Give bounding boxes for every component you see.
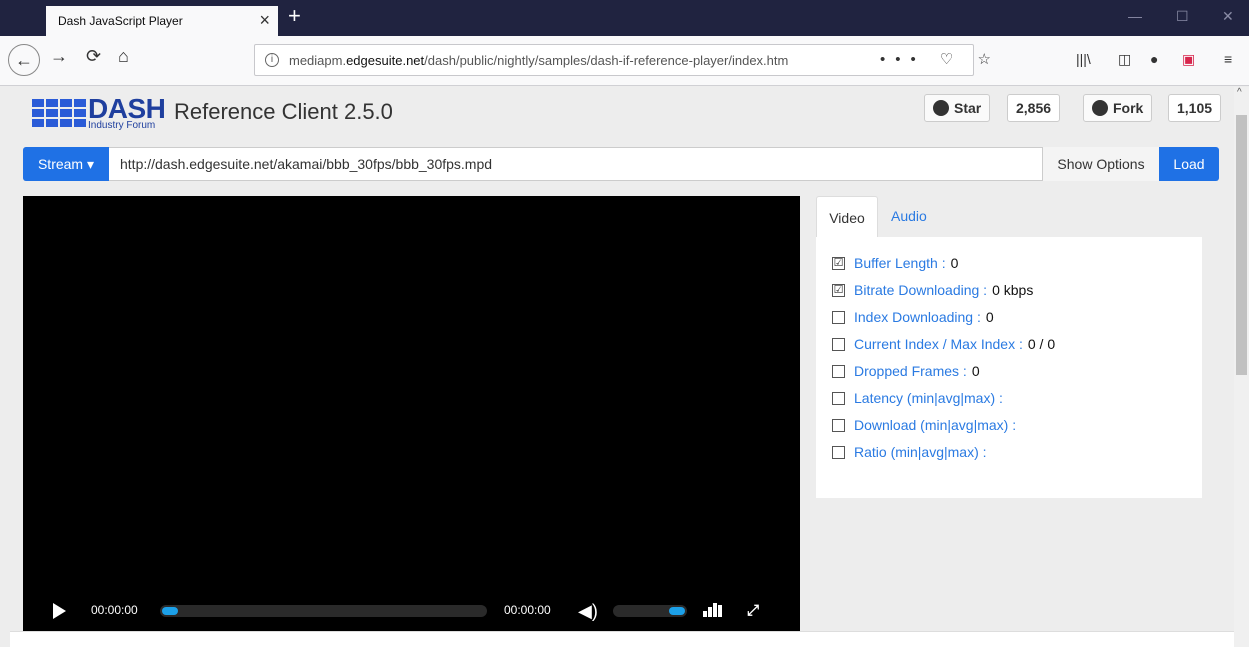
stat-value: 0 kbps — [992, 282, 1034, 298]
pocket-icon[interactable]: ▣ — [1182, 51, 1195, 68]
footer-strip — [10, 631, 1234, 647]
address-bar[interactable]: i mediapm. edgesuite.net/dash/public/nigh… — [254, 44, 974, 76]
window-close-icon[interactable]: ✕ — [1222, 8, 1234, 25]
stat-label: Latency (min|avg|max) : — [854, 390, 1003, 406]
new-tab-button[interactable]: + — [288, 3, 301, 29]
reload-icon[interactable]: ⟳ — [86, 46, 101, 67]
play-icon[interactable] — [53, 603, 66, 619]
checkbox[interactable] — [832, 337, 845, 351]
volume-icon[interactable]: ◀) — [578, 601, 598, 622]
sidebar-icon[interactable]: ◫ — [1118, 51, 1131, 68]
star-count[interactable]: 2,856 — [1007, 94, 1061, 122]
url-prefix: mediapm. — [289, 52, 347, 68]
logo-grid-icon — [32, 99, 86, 127]
player-controls: 00:00:00 00:00:00 ◀) ⤢ — [23, 591, 800, 631]
stat-current-index[interactable]: Current Index / Max Index : 0 / 0 — [832, 334, 1055, 354]
checkbox[interactable]: ☑ — [832, 256, 845, 270]
stat-value: 0 / 0 — [1027, 336, 1056, 352]
logo-main-text: DASH — [88, 93, 166, 124]
page-actions-icons[interactable]: ••• ♡ ☆ — [880, 50, 1001, 68]
star-label: Star — [954, 100, 982, 116]
stat-label: Index Downloading : — [854, 309, 981, 325]
fork-count[interactable]: 1,105 — [1168, 94, 1222, 122]
checkbox[interactable] — [832, 364, 845, 378]
scroll-up-icon[interactable]: ^ — [1237, 87, 1242, 98]
tab-video[interactable]: Video — [816, 196, 878, 238]
bitrate-icon[interactable] — [703, 603, 722, 617]
stream-dropdown-button[interactable]: Stream ▾ — [23, 147, 109, 181]
url-host: edgesuite.net — [346, 52, 425, 68]
stat-value: 0 — [950, 255, 959, 271]
scrollbar-thumb[interactable] — [1236, 115, 1247, 375]
browser-tab-bar: Dash JavaScript Player × + — ☐ ✕ — [0, 0, 1249, 36]
url-path: /dash/public/nightly/samples/dash-if-ref… — [424, 52, 789, 68]
volume-slider[interactable] — [613, 605, 687, 617]
volume-handle[interactable] — [669, 607, 685, 615]
checkbox[interactable] — [832, 418, 845, 432]
checkbox[interactable] — [832, 391, 845, 405]
stat-label: Bitrate Downloading : — [854, 282, 988, 298]
stat-value: 0 — [985, 309, 994, 325]
tab-audio[interactable]: Audio — [891, 208, 927, 224]
fork-label: Fork — [1113, 100, 1144, 116]
video-player[interactable]: 00:00:00 00:00:00 ◀) ⤢ — [23, 196, 800, 631]
close-tab-icon[interactable]: × — [259, 10, 270, 31]
seek-bar[interactable] — [160, 605, 487, 617]
browser-tab[interactable]: Dash JavaScript Player × — [46, 6, 278, 36]
logo-sub-text: Industry Forum — [88, 120, 156, 131]
menu-icon[interactable]: ≡ — [1224, 51, 1232, 67]
back-arrow-icon[interactable]: ← — [8, 44, 40, 76]
tab-title: Dash JavaScript Player — [58, 14, 183, 28]
stat-download[interactable]: Download (min|avg|max) : — [832, 415, 1021, 435]
stat-label: Dropped Frames : — [854, 363, 967, 379]
maximize-icon[interactable]: ☐ — [1176, 8, 1189, 25]
github-icon — [933, 100, 949, 116]
duration-time: 00:00:00 — [504, 603, 551, 617]
stat-label: Current Index / Max Index : — [854, 336, 1023, 352]
stream-url-input[interactable]: http://dash.edgesuite.net/akamai/bbb_30f… — [120, 156, 492, 172]
github-fork-button[interactable]: Fork — [1083, 94, 1153, 122]
load-button[interactable]: Load — [1159, 147, 1219, 181]
home-icon[interactable]: ⌂ — [118, 46, 129, 67]
stats-tabs: Video Audio — [816, 196, 1202, 238]
library-icon[interactable]: |||\ — [1076, 51, 1091, 67]
stat-bitrate-downloading[interactable]: ☑ Bitrate Downloading : 0 kbps — [832, 280, 1033, 300]
page-content: DASH Industry Forum Reference Client 2.5… — [0, 87, 1234, 647]
checkbox[interactable] — [832, 445, 845, 459]
stat-buffer-length[interactable]: ☑ Buffer Length : 0 — [832, 253, 958, 273]
stat-latency[interactable]: Latency (min|avg|max) : — [832, 388, 1008, 408]
stat-label: Buffer Length : — [854, 255, 946, 271]
browser-nav-bar: ← → ⟳ ⌂ i mediapm. edgesuite.net/dash/pub… — [0, 36, 1249, 86]
stream-bar: Stream ▾ http://dash.edgesuite.net/akama… — [23, 147, 1219, 181]
minimize-icon[interactable]: — — [1128, 8, 1142, 24]
info-icon[interactable]: i — [265, 53, 279, 67]
fullscreen-icon[interactable]: ⤢ — [743, 601, 763, 621]
forward-arrow-icon[interactable]: → — [50, 46, 68, 67]
github-star-button[interactable]: Star — [924, 94, 991, 122]
checkbox[interactable] — [832, 310, 845, 324]
dash-logo: DASH Industry Forum — [32, 93, 166, 135]
stat-label: Ratio (min|avg|max) : — [854, 444, 987, 460]
github-icon — [1092, 100, 1108, 116]
stat-ratio[interactable]: Ratio (min|avg|max) : — [832, 442, 992, 462]
stat-value: 0 — [971, 363, 980, 379]
checkbox[interactable]: ☑ — [832, 283, 845, 297]
stats-panel: ☑ Buffer Length : 0 ☑ Bitrate Downloadin… — [816, 237, 1202, 498]
stat-index-downloading[interactable]: Index Downloading : 0 — [832, 307, 994, 327]
extension-icon[interactable]: ● — [1150, 51, 1158, 67]
stat-label: Download (min|avg|max) : — [854, 417, 1017, 433]
stat-dropped-frames[interactable]: Dropped Frames : 0 — [832, 361, 980, 381]
seek-handle[interactable] — [162, 607, 178, 615]
current-time: 00:00:00 — [91, 603, 138, 617]
page-title: Reference Client 2.5.0 — [174, 99, 393, 124]
page-scrollbar[interactable]: ^ — [1234, 87, 1249, 647]
show-options-button[interactable]: Show Options — [1042, 147, 1159, 181]
